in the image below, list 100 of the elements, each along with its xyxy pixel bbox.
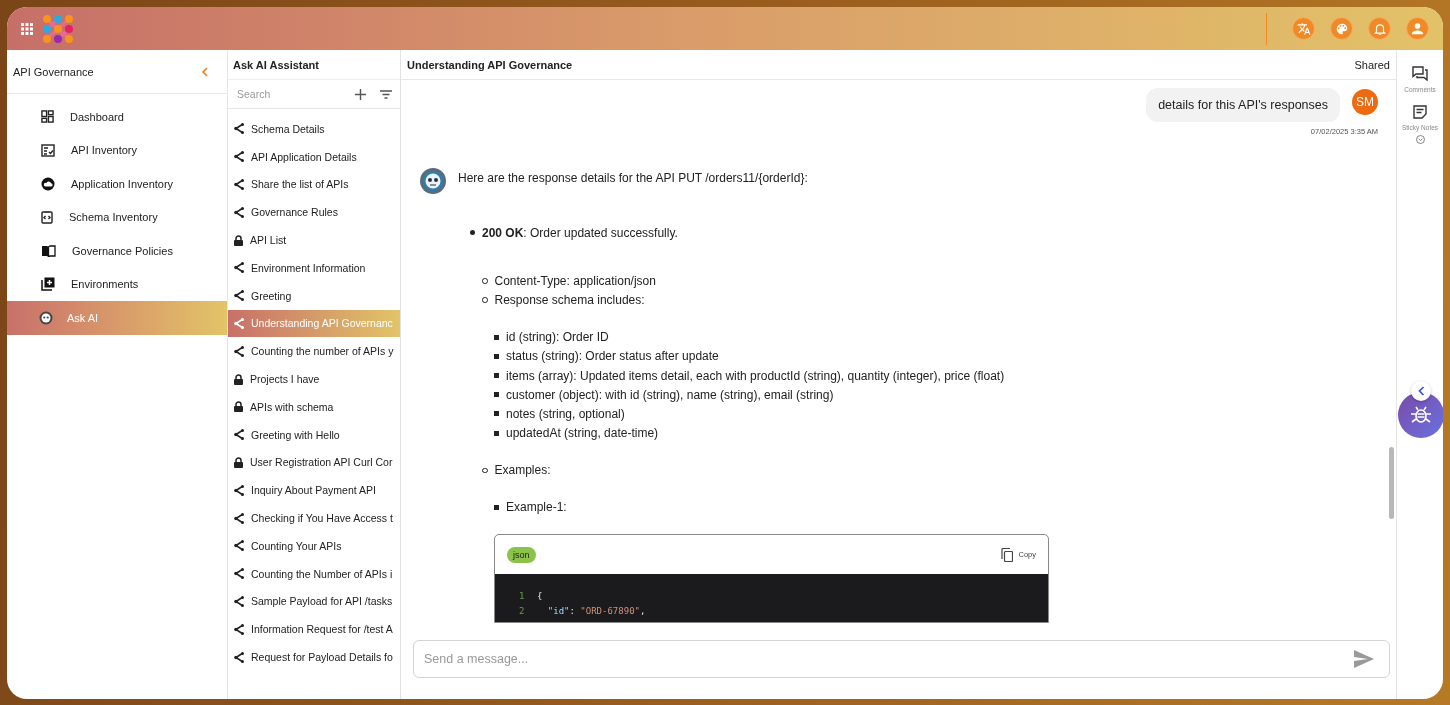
user-message: details for this API's responses [1146,88,1340,122]
chat-item[interactable]: Governance Rules [228,198,400,227]
bell-icon [1372,21,1387,36]
add-icon[interactable] [355,88,366,100]
bullet-icon [494,392,499,398]
share-icon [234,123,244,135]
palette-button[interactable] [1330,17,1353,40]
chat-item[interactable]: APIs with schema [228,392,400,421]
translate-button[interactable] [1292,17,1315,40]
checklist-icon [41,143,55,157]
chevron-left-icon [1417,386,1425,396]
bullet-icon [494,430,499,436]
chat-item[interactable]: Request for Payload Details fo [228,643,400,671]
list-item-text: status (string): Order status after update [506,349,719,364]
list-item-text: Content-Type: application/json [494,273,656,288]
robot-avatar-icon [419,167,447,195]
collapse-button[interactable] [199,64,211,79]
chat-item[interactable]: Counting Your APIs [228,531,400,560]
shared-status: Shared [1354,58,1390,71]
share-icon [234,179,244,190]
nav-item[interactable]: Environments [7,267,227,301]
copy-icon [1001,547,1014,562]
bullet-icon [470,230,475,236]
nav-item[interactable]: Governance Policies [7,234,227,268]
nav-item[interactable]: Schema Inventory [7,200,227,234]
share-icon [234,290,244,302]
list-item-text: updatedAt (string, date-time) [506,426,659,441]
bullet-icon [494,353,499,359]
add-box-icon [41,277,55,292]
bullet-icon [494,373,499,379]
share-icon [234,595,244,607]
chat-item[interactable]: Information Request for /test A [228,615,400,644]
user-icon [1410,21,1425,36]
chat-item[interactable]: Counting the Number of APIs i [228,559,400,588]
cloud-icon [41,176,55,191]
nav-item[interactable]: Dashboard [7,100,227,134]
chat-item[interactable]: Projects I have [228,365,400,393]
nav-item[interactable]: API Inventory [7,133,227,167]
list-item-text: Response schema includes: [494,292,645,307]
palette-icon [1334,21,1349,36]
user-avatar: SM [1352,89,1378,115]
share-icon [234,345,244,357]
share-icon [234,623,244,635]
app-grid-icon[interactable] [21,22,33,35]
bullet-icon [494,334,499,340]
comments-icon [1412,66,1428,81]
bug-icon [1410,405,1432,425]
lock-icon [234,234,243,246]
chat-item[interactable]: Schema Details [228,115,400,143]
list-item-text: customer (object): with id (string), name (string), email (string) [506,387,834,402]
line-number: 2 [519,605,525,616]
chat-item[interactable]: User Registration API Curl Cor [228,448,400,477]
list-item-text: Examples: [494,463,551,478]
chat-item[interactable]: API Application Details [228,142,400,171]
dashboard-icon [41,110,54,124]
robot-icon [39,310,53,325]
collapse-toggle-button[interactable] [1411,381,1431,401]
send-icon[interactable] [1354,650,1374,668]
message-field[interactable]: Send a message... [413,640,1390,678]
list-item-text: items (array): Updated items detail, each with productId (string), quantity (integer), price (float) [506,368,1005,383]
conversation-title: Understanding API Governance [407,58,573,71]
line-number: 1 [519,590,525,601]
reply-intro: Here are the response details for the API PUT /orders11/{orderId}: [458,171,809,185]
share-icon [234,568,244,580]
chat-item[interactable]: Inquiry About Payment API [228,476,400,505]
scrollbar[interactable] [1389,447,1394,519]
chat-item[interactable]: API List [228,226,400,254]
book-icon [41,244,56,257]
bullet-icon [494,411,499,417]
lock-icon [234,456,243,468]
lock-icon [234,373,243,385]
bug-report-button[interactable] [1398,392,1443,438]
code-line: "id": "ORD-67890", [546,605,646,616]
code-file-icon [41,210,53,225]
sticky-note-icon [1413,105,1427,119]
filter-icon[interactable] [380,89,392,99]
share-icon [234,206,244,218]
share-icon [234,540,244,552]
chat-item[interactable]: Greeting [228,281,400,310]
chat-item[interactable]: Sample Payload for API /tasks [228,587,400,616]
logo-drawing [42,13,74,44]
lock-icon [234,401,243,413]
share-icon [234,484,244,496]
chat-item[interactable]: Environment Information [228,254,400,282]
share-icon [234,317,244,329]
chat-item[interactable]: Greeting with Hello [228,420,400,449]
share-icon [234,429,244,441]
bullet-icon [494,504,499,510]
list-item-text: notes (string, optional) [506,406,625,421]
chat-item[interactable]: Counting the number of APIs y [228,337,400,366]
code-line: { [537,590,543,601]
nav-item[interactable]: Application Inventory [7,167,227,201]
notifications-button[interactable] [1368,17,1391,40]
chat-item[interactable]: Share the list of APIs [228,170,400,199]
profile-button[interactable] [1406,17,1429,40]
sidebar-title: API Governance [13,65,94,78]
expand-icon[interactable] [1415,135,1425,144]
chat-item[interactable]: Checking if You Have Access t [228,504,400,532]
share-icon [234,651,244,663]
share-icon [234,512,244,524]
